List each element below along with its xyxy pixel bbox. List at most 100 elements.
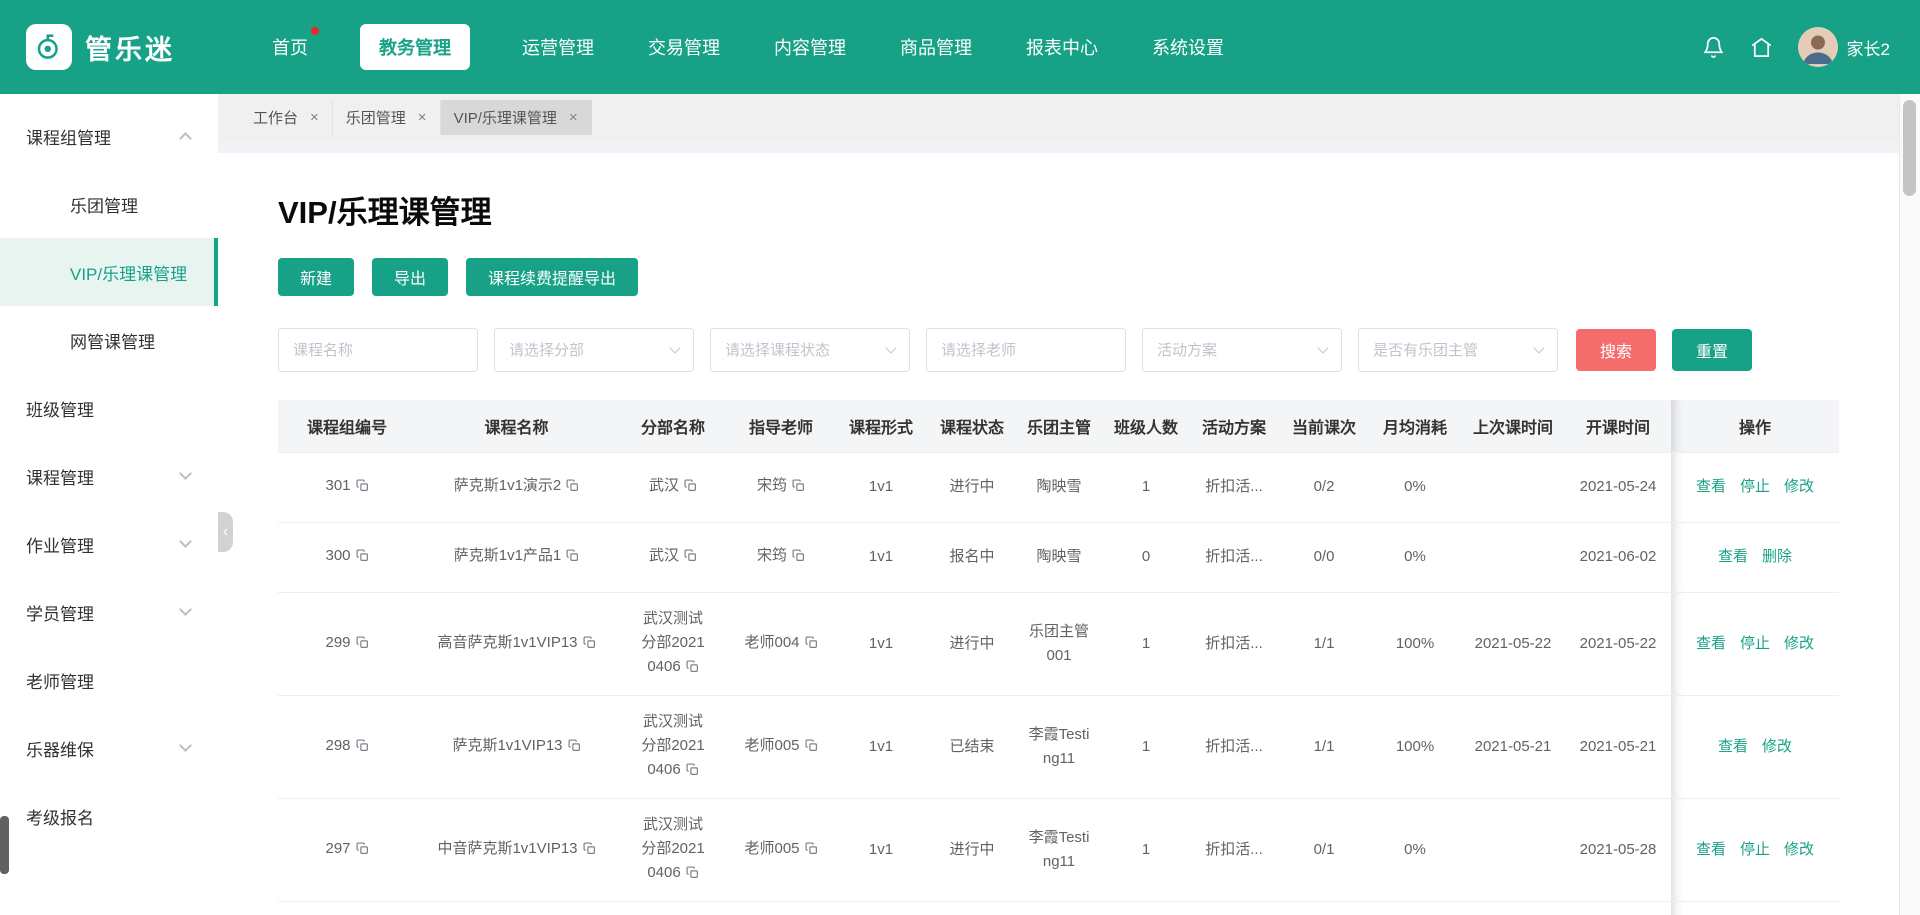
- copy-icon[interactable]: [686, 863, 699, 887]
- nav-item-label: 系统设置: [1152, 38, 1224, 58]
- nav-item[interactable]: 内容管理: [772, 24, 848, 70]
- copy-icon[interactable]: [805, 736, 818, 760]
- filter-field[interactable]: [1142, 328, 1342, 372]
- actions-cell: 查看删除: [1671, 522, 1839, 592]
- table-cell: 2021-05-22: [1565, 592, 1671, 695]
- copy-icon[interactable]: [356, 546, 369, 570]
- sidebar-item[interactable]: 考级报名: [0, 782, 218, 850]
- nav-item[interactable]: 系统设置: [1150, 24, 1226, 70]
- table-cell: 0/2: [1279, 452, 1369, 522]
- tab[interactable]: VIP/乐理课管理×: [441, 100, 592, 135]
- vertical-scrollbar[interactable]: [1899, 94, 1920, 915]
- action-button[interactable]: 导出: [372, 258, 448, 296]
- nav-item[interactable]: 商品管理: [898, 24, 974, 70]
- sidebar-item[interactable]: 乐器维保: [0, 714, 218, 782]
- copy-icon[interactable]: [805, 633, 818, 657]
- content-card: VIP/乐理课管理 新建导出课程续费提醒导出 搜索 重置 课程组编号课程名称分部…: [218, 153, 1899, 915]
- copy-icon[interactable]: [686, 760, 699, 784]
- filter-field[interactable]: [494, 328, 694, 372]
- action-link[interactable]: 修改: [1784, 475, 1814, 499]
- action-link[interactable]: 查看: [1718, 735, 1748, 759]
- table-row: 297中音萨克斯1v1VIP13武汉测试 分部2021 0406老师0051v1…: [278, 798, 1839, 901]
- copy-icon[interactable]: [356, 839, 369, 863]
- table-cell: 老师004: [729, 592, 833, 695]
- action-link[interactable]: 修改: [1784, 838, 1814, 862]
- filter-field[interactable]: [926, 328, 1126, 372]
- table-cell: 折扣活...: [1189, 695, 1279, 798]
- table-cell: 萨克斯1v1VIP13: [416, 695, 617, 798]
- nav-item[interactable]: 首页: [270, 24, 310, 70]
- sidebar-scrollbar-thumb[interactable]: [0, 816, 9, 874]
- table-cell: 武汉测试 分部2021 0406: [617, 695, 729, 798]
- column-header: 开课时间: [1565, 400, 1671, 452]
- sidebar-item[interactable]: 网管课管理: [0, 306, 218, 374]
- reset-button[interactable]: 重置: [1672, 329, 1752, 371]
- copy-icon[interactable]: [566, 476, 579, 500]
- table-cell: 1: [1103, 695, 1189, 798]
- table-cell: [729, 901, 833, 915]
- sidebar-item[interactable]: 老师管理: [0, 646, 218, 714]
- search-button[interactable]: 搜索: [1576, 329, 1656, 371]
- action-link[interactable]: 查看: [1696, 475, 1726, 499]
- copy-icon[interactable]: [684, 546, 697, 570]
- filter-field[interactable]: [1358, 328, 1558, 372]
- sidebar-item[interactable]: 课程组管理: [0, 102, 218, 170]
- home-icon[interactable]: [1750, 36, 1773, 59]
- table-cell: 进行中: [929, 592, 1015, 695]
- column-header: 课程状态: [929, 400, 1015, 452]
- sidebar-item[interactable]: VIP/乐理课管理: [0, 238, 218, 306]
- copy-icon[interactable]: [792, 546, 805, 570]
- table-cell: 武汉: [617, 522, 729, 592]
- action-link[interactable]: 查看: [1718, 545, 1748, 569]
- sidebar-item[interactable]: 班级管理: [0, 374, 218, 442]
- copy-icon[interactable]: [356, 736, 369, 760]
- sidebar-item[interactable]: 作业管理: [0, 510, 218, 578]
- nav-item[interactable]: 交易管理: [646, 24, 722, 70]
- action-link[interactable]: 停止: [1740, 838, 1770, 862]
- column-header: 当前课次: [1279, 400, 1369, 452]
- close-icon[interactable]: ×: [569, 110, 578, 125]
- table-cell: 0: [1103, 522, 1189, 592]
- action-link[interactable]: 删除: [1762, 545, 1792, 569]
- avatar[interactable]: [1798, 27, 1838, 67]
- notification-bell-icon[interactable]: [1702, 36, 1725, 59]
- table-cell: 萨克斯1v1产品1: [416, 522, 617, 592]
- nav-item[interactable]: 运营管理: [520, 24, 596, 70]
- copy-icon[interactable]: [686, 657, 699, 681]
- table-cell: [1461, 901, 1565, 915]
- close-icon[interactable]: ×: [418, 110, 427, 125]
- nav-item[interactable]: 教务管理: [360, 24, 470, 70]
- sidebar-item[interactable]: 乐团管理: [0, 170, 218, 238]
- filter-field[interactable]: [710, 328, 910, 372]
- user-menu[interactable]: 家长2: [1798, 27, 1890, 67]
- action-button[interactable]: 课程续费提醒导出: [466, 258, 638, 296]
- copy-icon[interactable]: [792, 476, 805, 500]
- copy-icon[interactable]: [805, 839, 818, 863]
- filter-field[interactable]: [278, 328, 478, 372]
- sidebar-collapse-handle[interactable]: ‹: [218, 512, 233, 552]
- actions-cell: 查看停止修改: [1671, 592, 1839, 695]
- action-link[interactable]: 停止: [1740, 632, 1770, 656]
- action-button[interactable]: 新建: [278, 258, 354, 296]
- action-link[interactable]: 停止: [1740, 475, 1770, 499]
- action-link[interactable]: 查看: [1696, 838, 1726, 862]
- copy-icon[interactable]: [356, 476, 369, 500]
- tab[interactable]: 乐团管理×: [333, 100, 441, 135]
- action-link[interactable]: 修改: [1784, 632, 1814, 656]
- copy-icon[interactable]: [568, 736, 581, 760]
- action-link[interactable]: 修改: [1762, 735, 1792, 759]
- close-icon[interactable]: ×: [310, 110, 319, 125]
- nav-item[interactable]: 报表中心: [1024, 24, 1100, 70]
- sidebar-item[interactable]: 课程管理: [0, 442, 218, 510]
- copy-icon[interactable]: [583, 633, 596, 657]
- action-link[interactable]: 查看: [1696, 632, 1726, 656]
- copy-icon[interactable]: [566, 546, 579, 570]
- column-header: 活动方案: [1189, 400, 1279, 452]
- copy-icon[interactable]: [684, 476, 697, 500]
- notification-dot: [311, 27, 319, 35]
- copy-icon[interactable]: [583, 839, 596, 863]
- vertical-scrollbar-thumb[interactable]: [1903, 100, 1916, 196]
- tab[interactable]: 工作台×: [240, 100, 333, 135]
- copy-icon[interactable]: [356, 633, 369, 657]
- sidebar-item[interactable]: 学员管理: [0, 578, 218, 646]
